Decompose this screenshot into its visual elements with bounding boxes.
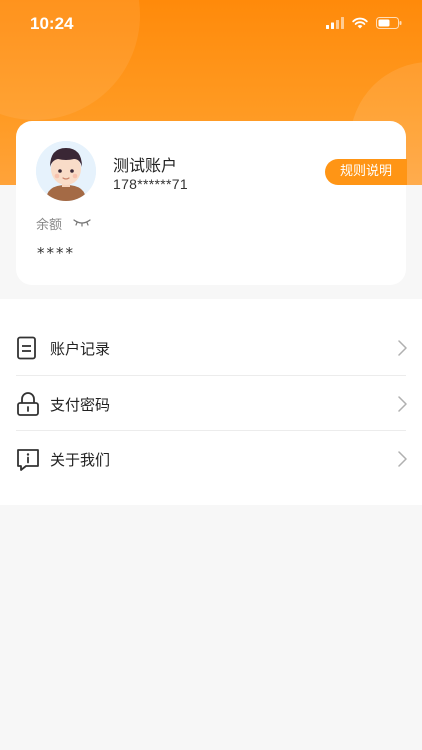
menu-item-account-records[interactable]: 账户记录 xyxy=(16,320,407,376)
status-time: 10:24 xyxy=(30,14,74,33)
avatar-icon xyxy=(36,141,96,201)
menu-item-label: 支付密码 xyxy=(50,395,111,414)
chevron-right-icon xyxy=(398,340,407,356)
signal-icon xyxy=(326,17,344,29)
menu-list: 账户记录 支付密码 关于我们 xyxy=(0,299,422,505)
rules-button[interactable]: 规则说明 xyxy=(325,159,407,185)
balance-value: **** xyxy=(37,244,75,262)
status-icons xyxy=(326,17,402,29)
balance-label: 余额 xyxy=(36,218,63,233)
menu-item-about-us[interactable]: 关于我们 xyxy=(16,431,407,487)
profile-card: 测试账户 178******71 规则说明 余额 **** xyxy=(16,121,407,285)
menu-item-label: 关于我们 xyxy=(50,450,111,469)
menu-item-payment-password[interactable]: 支付密码 xyxy=(16,376,407,432)
battery-icon xyxy=(376,17,402,29)
status-bar: 10:24 xyxy=(0,0,422,50)
chevron-right-icon xyxy=(398,451,407,467)
avatar[interactable] xyxy=(36,141,96,201)
lock-icon xyxy=(17,392,39,416)
username: 测试账户 xyxy=(113,156,178,175)
phone-number: 178******71 xyxy=(113,176,188,192)
wifi-icon xyxy=(352,17,368,29)
eye-closed-icon[interactable] xyxy=(73,217,91,227)
document-icon xyxy=(17,336,36,360)
info-chat-icon xyxy=(17,449,39,471)
chevron-right-icon xyxy=(398,396,407,412)
menu-item-label: 账户记录 xyxy=(50,339,111,358)
